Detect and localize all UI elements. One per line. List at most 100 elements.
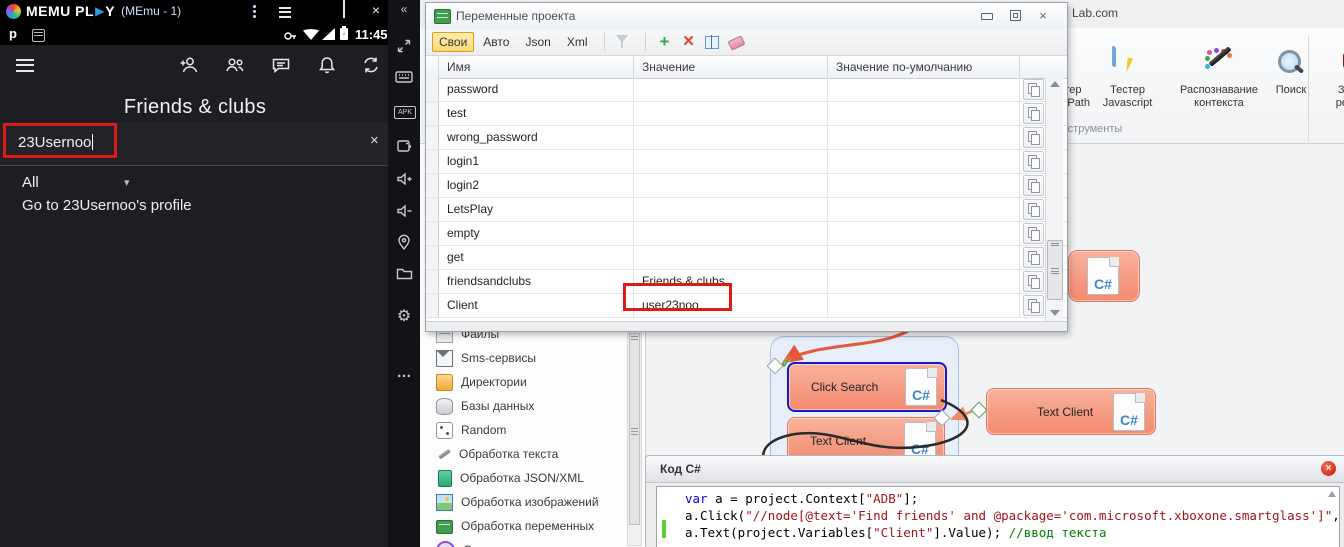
copy-icon[interactable] [1023, 199, 1044, 220]
volume-down-icon[interactable] [388, 203, 420, 224]
copy-icon[interactable] [1023, 175, 1044, 196]
ribbon-label: Поиск [1276, 84, 1306, 97]
close-icon[interactable]: × [368, 0, 384, 22]
more-options-icon[interactable]: … [388, 364, 420, 381]
copy-icon[interactable] [1023, 151, 1044, 172]
code-panel-header: Код C# × [646, 456, 1344, 483]
header-value[interactable]: Значение [634, 56, 828, 78]
tab-json[interactable]: Json [518, 32, 557, 52]
table-row[interactable]: login2 [426, 174, 1067, 198]
collapse-sidebar-icon[interactable]: « [388, 2, 420, 16]
minimize-button[interactable] [979, 9, 995, 23]
android-statusbar: p 11:45 [0, 22, 388, 45]
javascript-tester-icon [1112, 48, 1144, 80]
location-icon[interactable] [388, 234, 420, 256]
divider [0, 165, 388, 166]
memu-brand-suffix: Y [105, 3, 115, 19]
page-title: Friends & clubs [0, 96, 390, 119]
copy-icon[interactable] [1023, 247, 1044, 268]
tab-xml[interactable]: Xml [560, 32, 595, 52]
tab-own[interactable]: Свои [432, 32, 474, 52]
copy-icon[interactable] [1023, 127, 1044, 148]
context-recognition-icon [1203, 48, 1235, 80]
emulator-titlebar[interactable]: MEMU PL ▶ Y (MEmu - 1) × [0, 0, 420, 22]
filter-dropdown[interactable]: All [22, 174, 39, 191]
copy-icon[interactable] [1023, 295, 1044, 316]
close-icon[interactable]: × [1321, 461, 1336, 476]
variables-window-icon [434, 9, 451, 24]
scroll-up-arrow-icon[interactable] [1050, 81, 1060, 87]
code-panel: Код C# × var a = project.Context["ADB"];… [645, 455, 1344, 547]
settings-gear-icon[interactable]: ⚙ [388, 306, 420, 326]
variables-toolbar: Свои Авто Json Xml + ✕ [426, 29, 1067, 56]
table-row[interactable]: friendsandclubsFriends & clubs [426, 270, 1067, 294]
ribbon-label: Закрыть [1338, 84, 1344, 97]
messages-icon[interactable] [270, 54, 292, 76]
ribbon-group-separator [1308, 36, 1309, 141]
ribbon-button-context-recognition[interactable]: Распознавание контекста [1168, 48, 1270, 136]
delete-variable-button[interactable]: ✕ [678, 32, 698, 52]
notifications-bell-icon[interactable] [316, 54, 338, 76]
key-icon [284, 28, 297, 41]
code-line-1: var a = project.Context["ADB"]; [685, 491, 918, 506]
screenshot-icon[interactable] [388, 138, 420, 159]
profile-suggestion-link[interactable]: Go to 23Usernoo's profile [22, 197, 192, 214]
tab-auto[interactable]: Авто [476, 32, 516, 52]
sync-icon[interactable] [360, 54, 382, 76]
minimize-icon[interactable] [306, 0, 322, 22]
copy-icon[interactable] [1023, 79, 1044, 100]
battery-icon [340, 28, 348, 40]
table-row[interactable]: login1 [426, 150, 1067, 174]
rename-variable-button[interactable] [702, 32, 722, 52]
volume-up-icon[interactable] [388, 171, 420, 192]
grid-scrollbar[interactable] [1045, 78, 1063, 321]
close-button[interactable]: × [1035, 9, 1051, 23]
scroll-up-arrow-icon[interactable] [1328, 491, 1336, 497]
clear-search-icon[interactable]: × [370, 132, 379, 149]
table-row[interactable]: LetsPlay [426, 198, 1067, 222]
emulator-sidebar: « APK ⚙ … [388, 0, 420, 547]
fullscreen-icon[interactable] [388, 38, 420, 59]
table-row-client[interactable]: Clientuser23noo [426, 294, 1067, 318]
table-row[interactable]: wrong_password [426, 126, 1067, 150]
memu-brand: MEMU PL [26, 3, 94, 19]
statusbar-p-badge: p [9, 26, 17, 41]
ribbon-label: редактор [1336, 97, 1344, 110]
scrollbar-thumb[interactable] [1047, 240, 1063, 300]
code-editor[interactable]: var a = project.Context["ADB"]; a.Click(… [656, 486, 1340, 547]
restore-button[interactable] [1007, 9, 1023, 23]
signal-icon [322, 28, 335, 40]
copy-icon[interactable] [1023, 223, 1044, 244]
header-default[interactable]: Значение по-умолчанию [828, 56, 1020, 78]
memu-logo-icon [6, 4, 21, 19]
ribbon-label: контекста [1194, 97, 1244, 110]
table-row[interactable]: empty [426, 222, 1067, 246]
code-line-3: a.Text(project.Variables["Client"].Value… [685, 525, 1106, 540]
keyboard-icon[interactable] [388, 70, 420, 89]
add-friend-icon[interactable] [178, 54, 200, 76]
header-name[interactable]: Имя [439, 56, 634, 78]
scroll-down-arrow-icon[interactable] [1050, 310, 1060, 316]
variables-window-title: Переменные проекта [456, 9, 575, 23]
statusbar-app-icon [32, 29, 45, 42]
table-row[interactable]: test [426, 102, 1067, 126]
chevron-down-icon[interactable]: ▾ [124, 176, 130, 189]
table-row[interactable]: password [426, 78, 1067, 102]
filter-icon[interactable] [613, 32, 633, 52]
add-variable-button[interactable]: + [654, 32, 674, 52]
clear-variable-button[interactable] [726, 32, 746, 52]
success-check-icon: ✓ [780, 354, 793, 372]
app-hamburger-icon[interactable] [16, 55, 34, 75]
folder-icon[interactable] [388, 266, 420, 285]
toolbar-separator [604, 33, 605, 51]
friends-group-icon[interactable] [224, 54, 246, 76]
variables-window-titlebar[interactable]: Переменные проекта × [426, 3, 1067, 30]
ribbon-label: Тестер [1110, 84, 1145, 97]
maximize-icon[interactable] [336, 0, 352, 22]
install-apk-icon[interactable]: APK [394, 106, 416, 119]
instance-name: (MEmu - 1) [121, 4, 181, 18]
table-row[interactable]: get [426, 246, 1067, 270]
copy-icon[interactable] [1023, 103, 1044, 124]
copy-icon[interactable] [1023, 271, 1044, 292]
grid-rows: password test wrong_password login1 logi… [426, 78, 1067, 318]
